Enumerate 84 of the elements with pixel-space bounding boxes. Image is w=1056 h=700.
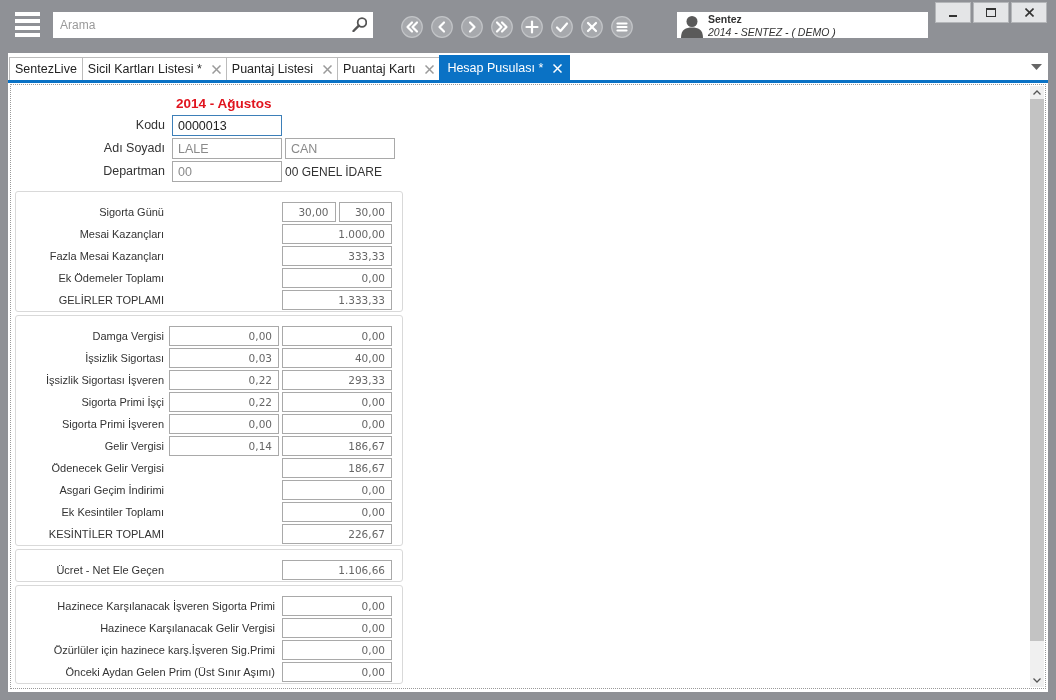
close-icon[interactable]: [425, 64, 435, 74]
amount-field[interactable]: 0,00: [282, 502, 392, 522]
user-name: Sentez: [708, 13, 743, 26]
amount-field[interactable]: 1.000,00: [282, 224, 392, 244]
company-name: 2014 - SENTEZ - ( DEMO ): [708, 26, 836, 38]
text-field[interactable]: CAN: [285, 138, 395, 159]
field-label: Gelir Vergisi: [103, 439, 165, 453]
field-label: Ödenecek Gelir Vergisi: [50, 461, 165, 475]
field-label: İşsizlik Sigortası: [84, 351, 165, 365]
field-label: Mesai Kazançları: [78, 227, 165, 241]
close-icon[interactable]: [581, 16, 603, 38]
close-icon[interactable]: [211, 64, 221, 74]
field-label: Özürlüler için hazinece karş.İşveren Sig.Primi: [52, 643, 276, 657]
field-label: Asgari Geçim İndirimi: [58, 483, 165, 497]
chevron-up-icon[interactable]: [1033, 90, 1041, 95]
amount-field[interactable]: 293,33: [282, 370, 392, 390]
amount-field[interactable]: 0,00: [282, 480, 392, 500]
close-button[interactable]: [1011, 2, 1047, 23]
amount-field[interactable]: 40,00: [282, 348, 392, 368]
amount-field[interactable]: 186,67: [282, 458, 392, 478]
field-label: GELİRLER TOPLAMI: [57, 293, 165, 307]
amount-field[interactable]: 0,00: [169, 414, 279, 434]
search-field[interactable]: Arama: [53, 12, 373, 38]
amount-field[interactable]: 0,00: [282, 662, 392, 682]
amount-field[interactable]: 333,33: [282, 246, 392, 266]
field-label: Ek Ödemeler Toplamı: [57, 271, 165, 285]
amount-field[interactable]: 0,22: [169, 392, 279, 412]
field-label: Hazinece Karşılanacak Gelir Vergisi: [99, 621, 276, 635]
field-label: KESİNTİLER TOPLAMI: [47, 527, 165, 541]
chevron-down-icon[interactable]: [1033, 678, 1041, 683]
field-label: Ek Kesintiler Toplamı: [60, 505, 165, 519]
amount-field[interactable]: 0,00: [282, 392, 392, 412]
field-label: Önceki Aydan Gelen Prim (Üst Sınır Aşımı): [64, 665, 276, 679]
field-label: Adı Soyadı: [102, 140, 166, 158]
double-chevron-left-icon[interactable]: [401, 16, 423, 38]
field-label: Sigorta Primi İşveren: [60, 417, 165, 431]
double-chevron-right-icon[interactable]: [491, 16, 513, 38]
field-label: Sigorta Primi İşçi: [80, 395, 165, 409]
tab[interactable]: SentezLive: [9, 57, 83, 80]
field-label: Fazla Mesai Kazançları: [48, 249, 165, 263]
field-label: İşsizlik Sigortası İşveren: [45, 373, 165, 387]
plus-icon[interactable]: [521, 16, 543, 38]
amount-field[interactable]: 0,00: [282, 640, 392, 660]
period-title: 2014 - Ağustos: [175, 95, 273, 113]
menu-icon[interactable]: [15, 12, 40, 37]
amount-field[interactable]: 0,00: [282, 326, 392, 346]
checkmark-icon[interactable]: [551, 16, 573, 38]
close-icon: [1024, 8, 1034, 17]
amount-field[interactable]: 186,67: [282, 436, 392, 456]
amount-field[interactable]: 1.333,33: [282, 290, 392, 310]
amount-field[interactable]: 0,00: [169, 326, 279, 346]
field-label: Departman: [102, 163, 166, 181]
amount-field[interactable]: 30,00: [338, 202, 392, 222]
amount-field[interactable]: 0,00: [282, 268, 392, 288]
amount-field[interactable]: 0,03: [169, 348, 279, 368]
person-silhouette-icon: [680, 14, 704, 38]
amount-field[interactable]: 0,00: [282, 596, 392, 616]
amount-field[interactable]: 0,14: [169, 436, 279, 456]
amount-field[interactable]: 0,00: [282, 414, 392, 434]
text-field[interactable]: LALE: [172, 138, 282, 159]
field-label: Ücret - Net Ele Geçen: [55, 563, 165, 577]
list-icon[interactable]: [611, 16, 633, 38]
text-field[interactable]: 0000013: [172, 115, 282, 136]
close-icon[interactable]: [323, 64, 333, 74]
search-icon[interactable]: [352, 17, 367, 32]
minimize-button[interactable]: [935, 2, 971, 23]
text-field[interactable]: 00: [172, 161, 282, 182]
caret-down-icon[interactable]: [1031, 63, 1042, 70]
field-label: Kodu: [134, 117, 166, 135]
amount-field[interactable]: 0,00: [282, 618, 392, 638]
minimize-icon: [949, 15, 957, 17]
chevron-left-icon[interactable]: [431, 16, 453, 38]
amount-field[interactable]: 30,00: [282, 202, 336, 222]
maximize-button[interactable]: [973, 2, 1009, 23]
amount-field[interactable]: 226,67: [282, 524, 392, 544]
chevron-right-icon[interactable]: [461, 16, 483, 38]
amount-field[interactable]: 1.106,66: [282, 560, 392, 580]
field-label: Sigorta Günü: [98, 205, 165, 219]
field-label: Hazinece Karşılanacak İşveren Sigorta Primi: [56, 599, 276, 613]
maximize-icon: [986, 8, 996, 17]
tab[interactable]: Hesap Pusulası *: [439, 55, 571, 80]
department-name: 00 GENEL İDARE: [285, 163, 383, 181]
field-label: Damga Vergisi: [91, 329, 165, 343]
amount-field[interactable]: 0,22: [169, 370, 279, 390]
